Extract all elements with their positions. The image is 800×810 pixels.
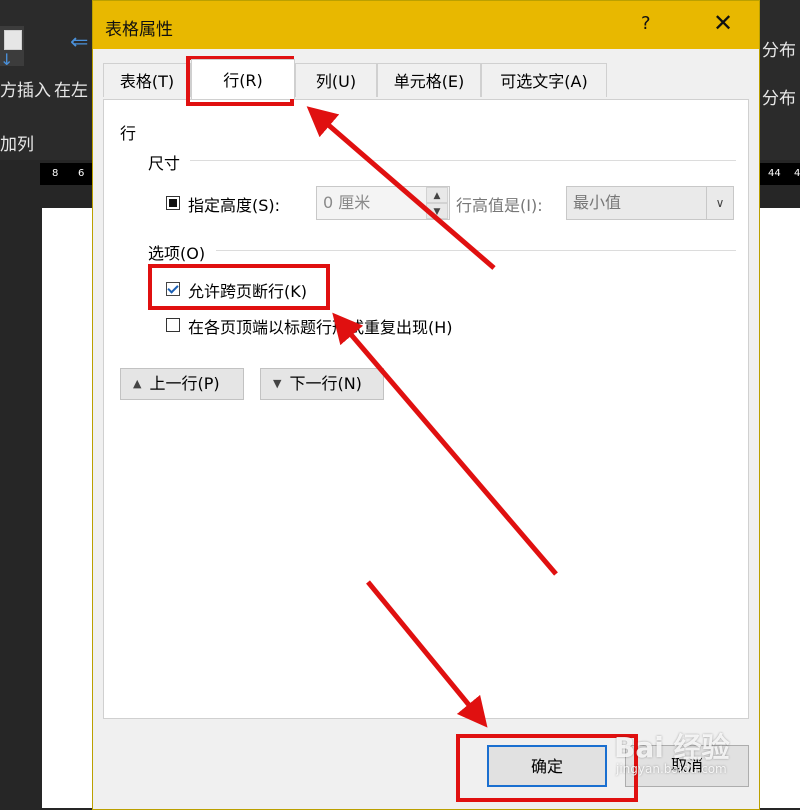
row-tab-panel: 行 尺寸 指定高度(S): 0 厘米 ▲ ▼ 行高值是(I): 最小值 ∨ 选项… [103, 99, 749, 719]
height-spinner[interactable]: ▲ ▼ [426, 187, 448, 219]
baidu-watermark: Bai 经验 [614, 731, 730, 764]
options-group-divider [216, 250, 736, 251]
tab-alt-text[interactable]: 可选文字(A) [481, 63, 607, 97]
highlight-ok-button [456, 734, 638, 802]
previous-row-button[interactable]: ▲ 上一行(P) [120, 368, 244, 400]
specify-height-checkbox[interactable] [166, 196, 180, 210]
row-height-is-value: 最小值 [573, 193, 622, 212]
ribbon-group-label: 加列 [0, 135, 34, 155]
spinner-up-icon[interactable]: ▲ [426, 187, 448, 203]
highlight-allow-break [148, 264, 330, 310]
ruler-tick: 6 [78, 168, 85, 179]
next-row-button[interactable]: ▼ 下一行(N) [260, 368, 384, 400]
row-height-is-select[interactable]: 最小值 ∨ [566, 186, 734, 220]
ruler-tick: 44 [768, 168, 781, 179]
ribbon-label-distribute-1: 分布 [762, 41, 796, 61]
ribbon-label-distribute-2: 分布 [762, 89, 796, 109]
repeat-header-checkbox[interactable] [166, 318, 180, 332]
tab-cell[interactable]: 单元格(E) [377, 63, 481, 97]
next-row-label: 下一行(N) [289, 374, 362, 393]
size-group-label: 尺寸 [148, 154, 181, 173]
tab-column[interactable]: 列(U) [295, 63, 377, 97]
specify-height-label[interactable]: 指定高度(S): [188, 192, 280, 216]
triangle-down-icon: ▼ [273, 377, 282, 390]
ruler-tick: 4 [794, 168, 800, 179]
insert-row-icon: ↓ [0, 26, 24, 69]
ruler-tick: 8 [52, 168, 59, 179]
repeat-header-label[interactable]: 在各页顶端以标题行形式重复出现(H) [188, 314, 453, 338]
triangle-up-icon: ▲ [133, 377, 142, 390]
dialog-title: 表格属性 [105, 20, 173, 40]
row-height-is-label: 行高值是(I): [456, 196, 543, 215]
previous-row-label: 上一行(P) [149, 374, 220, 393]
table-properties-dialog: 表格属性 ? ✕ 表格(T) 行(R) 列(U) 单元格(E) 可选文字(A) … [92, 0, 760, 810]
options-group-label: 选项(O) [148, 244, 206, 263]
insert-left-icon: ⇐ [70, 30, 89, 55]
close-button[interactable]: ✕ [713, 9, 733, 37]
spinner-down-icon[interactable]: ▼ [426, 203, 448, 219]
help-button[interactable]: ? [641, 13, 651, 34]
size-group-divider [190, 160, 736, 161]
tab-row[interactable]: 行(R) [191, 59, 295, 99]
ribbon-label-insert-left: 在左 [54, 81, 88, 101]
chevron-down-icon[interactable]: ∨ [706, 187, 733, 219]
dialog-title-bar[interactable]: 表格属性 ? ✕ [93, 1, 759, 49]
baidu-watermark-url: jingyan.baidu.com [616, 762, 727, 776]
ribbon-label-insert-row: 方插入 [0, 81, 51, 101]
tab-table[interactable]: 表格(T) [103, 63, 191, 97]
row-section-title: 行 [120, 124, 137, 143]
